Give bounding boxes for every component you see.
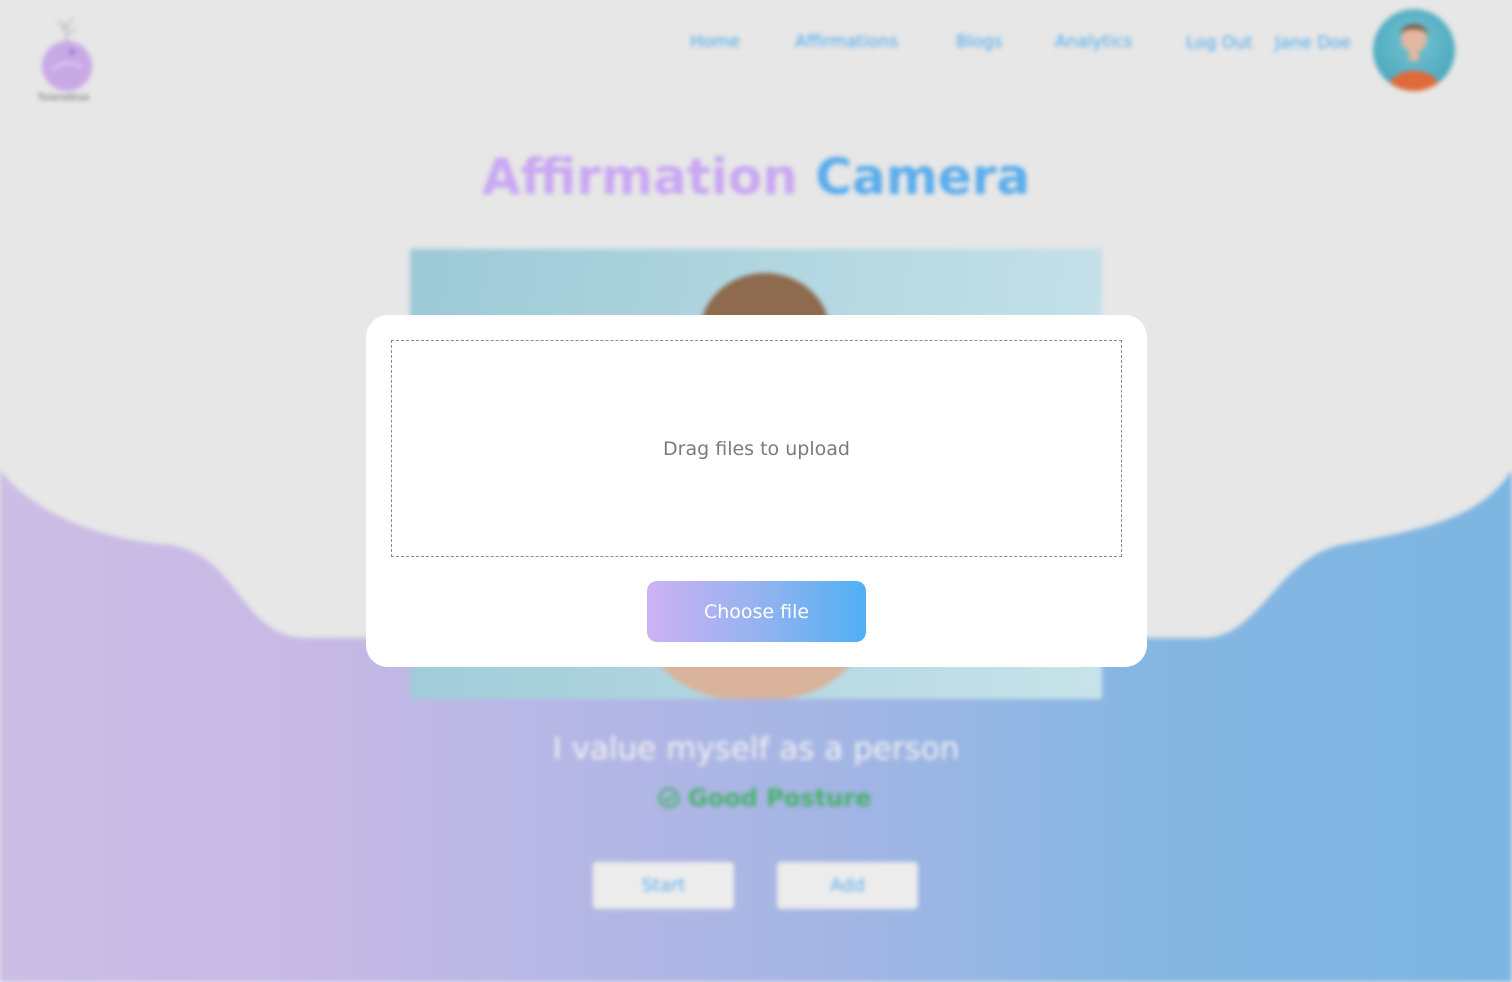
posture-label: Good Posture <box>688 784 872 812</box>
logo-text: Tulaneblue <box>38 93 90 103</box>
page-title-part1: Affirmation <box>481 148 798 206</box>
avatar[interactable] <box>1373 9 1455 91</box>
choose-file-button[interactable]: Choose file <box>647 581 866 642</box>
nav-analytics[interactable]: Analytics <box>1055 32 1132 52</box>
affirmation-text: I value myself as a person <box>552 731 960 767</box>
page-title-part2: Camera <box>815 148 1031 206</box>
nav-affirmations[interactable]: Affirmations <box>795 32 898 52</box>
posture-status: Good Posture <box>658 784 871 812</box>
user-name: Jane Doe <box>1275 33 1352 53</box>
check-circle-icon <box>658 787 680 809</box>
add-button[interactable]: Add <box>777 862 918 909</box>
page-title: Affirmation Camera <box>0 148 1512 206</box>
logout-link[interactable]: Log Out <box>1186 33 1253 53</box>
file-dropzone[interactable]: Drag files to upload <box>391 340 1122 557</box>
avatar-image <box>1387 24 1441 91</box>
upload-modal: Drag files to upload Choose file <box>366 315 1147 667</box>
dropzone-text: Drag files to upload <box>663 437 850 460</box>
nav-home[interactable]: Home <box>690 32 740 52</box>
start-button[interactable]: Start <box>593 862 734 909</box>
nav-blogs[interactable]: Blogs <box>956 32 1002 52</box>
